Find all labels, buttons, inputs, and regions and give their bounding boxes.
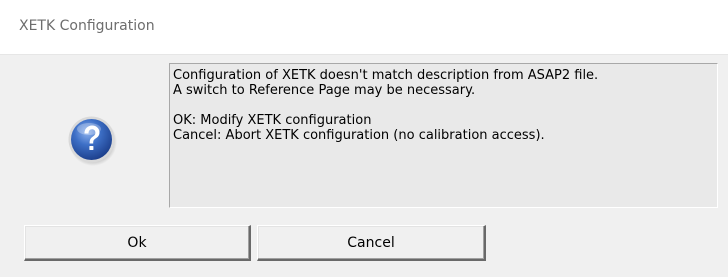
message-line: Configuration of XETK doesn't match desc… bbox=[173, 68, 599, 83]
message-line bbox=[173, 98, 714, 113]
cancel-button-label: Cancel bbox=[347, 234, 395, 251]
message-text-area: Configuration of XETK doesn't match desc… bbox=[169, 63, 718, 208]
dialog-window: XETK Configuration Configuration of XETK… bbox=[0, 0, 728, 277]
message-line: OK: Modify XETK configuration bbox=[173, 113, 372, 128]
ok-button[interactable]: Ok bbox=[24, 225, 251, 261]
question-icon bbox=[66, 114, 118, 166]
cancel-button[interactable]: Cancel bbox=[257, 225, 486, 261]
ok-button-label: Ok bbox=[127, 234, 147, 251]
window-title: XETK Configuration bbox=[19, 18, 155, 34]
title-bar[interactable]: XETK Configuration bbox=[0, 0, 728, 55]
message-line: A switch to Reference Page may be necess… bbox=[173, 83, 476, 98]
message-line: Cancel: Abort XETK configuration (no cal… bbox=[173, 128, 545, 143]
